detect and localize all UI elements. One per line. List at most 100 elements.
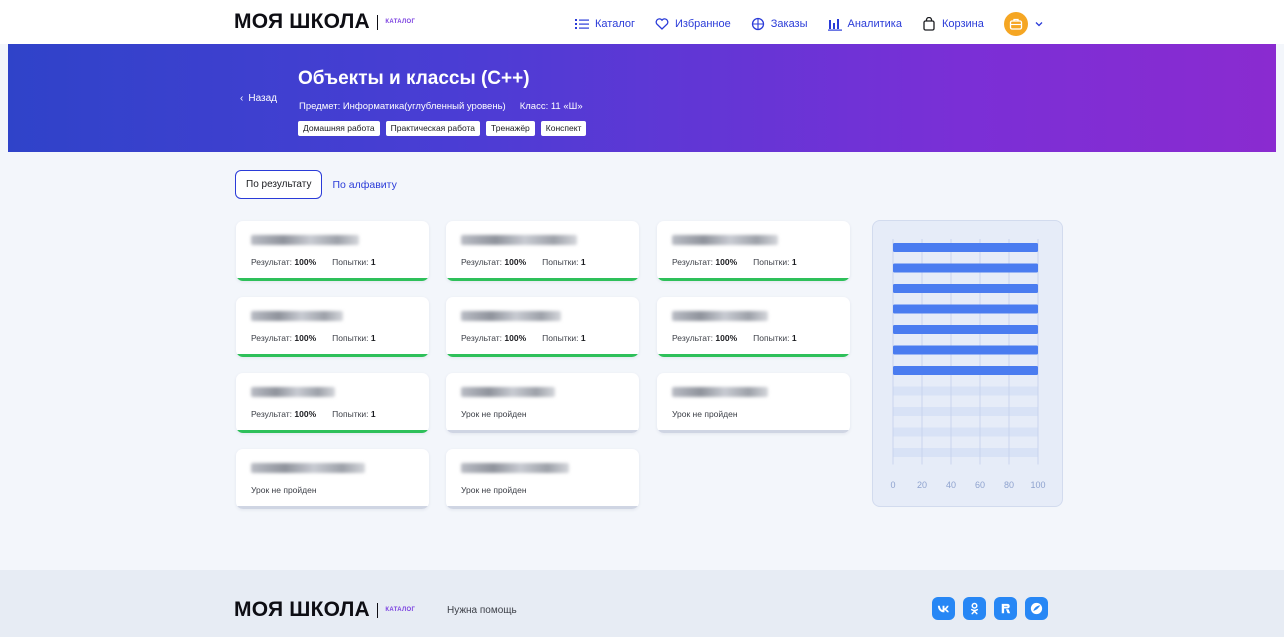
- attempts-value: 1: [791, 257, 797, 267]
- student-stats: Результат: 100% Попытки: 1: [672, 257, 797, 267]
- result-value: 100%: [294, 257, 317, 267]
- lesson-meta: Предмет: Информатика(углубленный уровень…: [299, 101, 583, 112]
- chart-row-band: [893, 427, 1038, 437]
- list-icon: [575, 19, 589, 29]
- progress-bar-complete: [236, 278, 429, 281]
- student-card[interactable]: Результат: 100% Попытки: 1: [236, 373, 429, 433]
- chart-row-band: [893, 448, 1038, 457]
- chart-bar: [893, 325, 1038, 334]
- lesson-status: Урок не пройден: [672, 409, 738, 419]
- attempts-label: Попытки:: [542, 257, 579, 267]
- help-link[interactable]: Нужна помощь: [447, 605, 517, 616]
- footer-logo[interactable]: МОЯ ШКОЛА каталог: [234, 599, 416, 620]
- chart-tick-label: 0: [890, 480, 895, 490]
- student-card[interactable]: Результат: 100% Попытки: 1: [236, 221, 429, 281]
- attempts-label: Попытки:: [332, 333, 369, 343]
- progress-bar-complete: [236, 354, 429, 357]
- chart-tick-label: 100: [1030, 480, 1045, 490]
- student-stats: Результат: 100% Попытки: 1: [672, 333, 797, 343]
- attempts-label: Попытки:: [753, 257, 790, 267]
- ok-icon[interactable]: [963, 597, 986, 620]
- student-card[interactable]: Результат: 100% Попытки: 1: [657, 221, 850, 281]
- student-card[interactable]: Результат: 100% Попытки: 1: [657, 297, 850, 357]
- nav-analytics[interactable]: Аналитика: [827, 14, 902, 34]
- chevron-left-icon: ‹: [240, 93, 244, 104]
- result-value: 100%: [504, 257, 527, 267]
- nav-catalog[interactable]: Каталог: [575, 14, 635, 34]
- result-value: 100%: [715, 333, 738, 343]
- chart-bar: [893, 263, 1038, 273]
- student-card[interactable]: Урок не пройден: [236, 449, 429, 509]
- chart-tick-label: 40: [946, 480, 956, 490]
- student-stats: Результат: 100% Попытки: 1: [461, 257, 586, 267]
- chevron-down-icon[interactable]: [1034, 19, 1044, 29]
- chart-row-band: [893, 386, 1038, 396]
- progress-bar-empty: [657, 430, 850, 433]
- lesson-tags: Домашняя работа Практическая работа Трен…: [298, 121, 587, 136]
- student-stats: Результат: 100% Попытки: 1: [251, 409, 376, 419]
- progress-bar-complete: [446, 278, 639, 281]
- student-card[interactable]: Урок не пройден: [446, 373, 639, 433]
- site-logo[interactable]: МОЯ ШКОЛА каталог: [234, 11, 415, 32]
- back-link[interactable]: ‹ Назад: [240, 93, 277, 104]
- student-card[interactable]: Урок не пройден: [657, 373, 850, 433]
- progress-bar-complete: [236, 430, 429, 433]
- footer-logo-divider: [376, 602, 379, 618]
- results-chart-svg: 0 20 40 60 80 100: [890, 239, 1046, 490]
- student-card[interactable]: Урок не пройден: [446, 449, 639, 509]
- result-value: 100%: [504, 333, 527, 343]
- result-label: Результат:: [461, 333, 503, 343]
- chart-tick-label: 80: [1004, 480, 1014, 490]
- lesson-status: Урок не пройден: [461, 409, 527, 419]
- tag-summary: Конспект: [540, 121, 587, 136]
- bag-icon: [923, 17, 935, 31]
- chart-row-band: [893, 407, 1038, 416]
- result-value: 100%: [294, 409, 317, 419]
- tag-practice: Практическая работа: [385, 121, 481, 136]
- student-name-blurred: [672, 235, 778, 245]
- student-name-blurred: [461, 463, 569, 473]
- page-title: Объекты и классы (С++): [298, 68, 530, 89]
- student-name-blurred: [461, 311, 561, 321]
- nav-cart-label: Корзина: [941, 18, 984, 30]
- attempts-label: Попытки:: [332, 409, 369, 419]
- nav-cart[interactable]: Корзина: [922, 14, 984, 34]
- attempts-value: 1: [370, 409, 376, 419]
- student-card[interactable]: Результат: 100% Попытки: 1: [446, 221, 639, 281]
- student-stats: Результат: 100% Попытки: 1: [461, 333, 586, 343]
- result-label: Результат:: [461, 257, 503, 267]
- chart-bar: [893, 345, 1038, 355]
- sferum-icon[interactable]: [1025, 597, 1048, 620]
- student-name-blurred: [251, 311, 343, 321]
- results-chart: 0 20 40 60 80 100: [872, 220, 1063, 507]
- result-value: 100%: [715, 257, 738, 267]
- heart-icon: [655, 18, 669, 30]
- nav-catalog-label: Каталог: [595, 18, 635, 30]
- student-name-blurred: [672, 387, 768, 397]
- student-name-blurred: [251, 387, 335, 397]
- progress-bar-empty: [446, 430, 639, 433]
- attempts-label: Попытки:: [542, 333, 579, 343]
- bar-chart-icon: [827, 19, 842, 31]
- vk-icon[interactable]: [932, 597, 955, 620]
- nav-favorites[interactable]: Избранное: [655, 14, 731, 34]
- attempts-value: 1: [580, 257, 586, 267]
- progress-bar-complete: [657, 354, 850, 357]
- student-name-blurred: [461, 235, 577, 245]
- nav-orders[interactable]: Заказы: [751, 14, 808, 34]
- student-card[interactable]: Результат: 100% Попытки: 1: [446, 297, 639, 357]
- student-card[interactable]: Результат: 100% Попытки: 1: [236, 297, 429, 357]
- sort-alphabetical-link[interactable]: По алфавиту: [332, 179, 396, 191]
- rutube-icon[interactable]: [994, 597, 1017, 620]
- sort-by-result-button[interactable]: По результату: [235, 170, 323, 199]
- attempts-value: 1: [791, 333, 797, 343]
- briefcase-icon: [1009, 18, 1023, 30]
- result-value: 100%: [294, 333, 317, 343]
- footer-logo-subtitle: каталог: [385, 607, 416, 613]
- back-label: Назад: [248, 93, 277, 104]
- social-links: [932, 597, 1048, 620]
- avatar[interactable]: [1003, 12, 1028, 36]
- chart-tick-label: 60: [975, 480, 985, 490]
- attempts-value: 1: [370, 257, 376, 267]
- nav-analytics-label: Аналитика: [847, 18, 902, 30]
